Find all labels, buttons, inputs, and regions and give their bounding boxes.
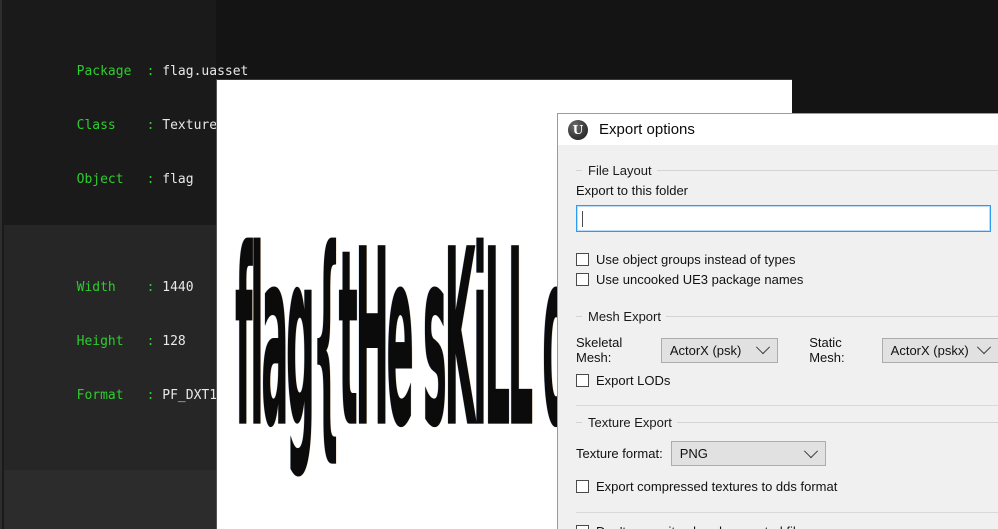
skeletal-mesh-label: Skeletal Mesh: bbox=[576, 335, 623, 365]
info-row-object: Object: flag bbox=[14, 153, 248, 187]
group-texture-export: Texture Export bbox=[576, 414, 998, 430]
checkbox-label-use-object-groups: Use object groups instead of types bbox=[596, 251, 796, 267]
checkbox-row-object-groups[interactable]: Use object groups instead of types bbox=[576, 249, 998, 269]
checkbox-row-export-lods[interactable]: Export LODs bbox=[576, 370, 998, 390]
checkbox-export-lods[interactable] bbox=[576, 373, 589, 387]
group-mesh-export-header: Mesh Export bbox=[576, 308, 998, 324]
info-row-width: Width: 1440 bbox=[14, 261, 248, 295]
info-row-format: Format: PF_DXT1 bbox=[14, 369, 248, 403]
group-file-layout-header: File Layout bbox=[576, 162, 998, 178]
skeletal-mesh-combobox[interactable]: ActorX (psk) bbox=[660, 337, 779, 363]
static-mesh-value: ActorX (pskx) bbox=[890, 342, 969, 358]
checkbox-label-dont-overwrite-exported-files: Don't overwrite already exported files bbox=[596, 524, 809, 529]
dialog-titlebar: U Export options bbox=[558, 114, 998, 145]
export-options-dialog: U Export options File Layout Export to t… bbox=[557, 113, 998, 529]
text-caret bbox=[582, 210, 583, 227]
texture-format-combobox[interactable]: PNG bbox=[670, 441, 826, 466]
checkbox-label-export-lods: Export LODs bbox=[596, 372, 671, 388]
texture-export-checkbox-list: Export compressed textures to dds format bbox=[576, 476, 998, 496]
file-layout-checkbox-list: Use object groups instead of types Use u… bbox=[576, 249, 998, 289]
export-folder-label: Export to this folder bbox=[576, 183, 688, 198]
mesh-export-checkbox-list: Export LODs bbox=[576, 370, 998, 390]
group-mesh-export-title: Mesh Export bbox=[588, 308, 661, 324]
info-key-width: Width bbox=[76, 280, 116, 295]
section-divider bbox=[576, 405, 998, 406]
info-sep-class: : bbox=[146, 118, 155, 133]
checkbox-label-export-compressed-dds: Export compressed textures to dds format bbox=[596, 478, 838, 494]
checkbox-dont-overwrite-exported-files[interactable] bbox=[576, 524, 589, 529]
group-file-layout-title: File Layout bbox=[588, 162, 652, 178]
info-key-class: Class bbox=[76, 118, 116, 133]
info-row-height: Height: 128 bbox=[14, 315, 248, 349]
mesh-format-row: Skeletal Mesh: ActorX (psk) Static Mesh:… bbox=[576, 335, 998, 365]
chevron-down-icon bbox=[803, 443, 818, 458]
info-key-object: Object bbox=[76, 172, 124, 187]
skeletal-mesh-value: ActorX (psk) bbox=[669, 342, 742, 358]
export-folder-input[interactable] bbox=[576, 205, 991, 232]
info-sep-object: : bbox=[146, 172, 155, 187]
export-folder-field-block: Export to this folder bbox=[576, 183, 998, 232]
texture-format-row: Texture format: PNG bbox=[576, 441, 998, 466]
texture-preview-flag-text: flag{tHe sKiLL of Unp bbox=[235, 196, 679, 483]
info-value-format: PF_DXT1 bbox=[162, 388, 218, 403]
checkbox-use-uncooked-ue3-names[interactable] bbox=[576, 272, 589, 286]
info-sep-width: : bbox=[146, 280, 155, 295]
group-rule-right bbox=[656, 169, 998, 171]
group-rule-right bbox=[665, 315, 998, 317]
group-rule-right bbox=[676, 421, 998, 423]
static-mesh-combobox[interactable]: ActorX (pskx) bbox=[881, 337, 998, 363]
asset-info-text: Package: flag.uasset Class: Texture2D Ob… bbox=[14, 9, 249, 423]
asset-info-panel-footer-region bbox=[4, 470, 218, 529]
section-divider bbox=[576, 512, 998, 513]
info-sep-format: : bbox=[146, 388, 155, 403]
info-sep-height: : bbox=[146, 334, 155, 349]
texture-format-value: PNG bbox=[679, 446, 708, 461]
asset-info-panel: Package: flag.uasset Class: Texture2D Ob… bbox=[0, 0, 248, 529]
chevron-down-icon bbox=[756, 340, 771, 355]
info-key-height: Height bbox=[76, 334, 124, 349]
info-value-object: flag bbox=[162, 172, 194, 187]
info-key-format: Format bbox=[76, 388, 124, 403]
info-value-package: flag.uasset bbox=[162, 64, 249, 79]
app-background: Package: flag.uasset Class: Texture2D Ob… bbox=[0, 0, 998, 529]
info-value-height: 128 bbox=[162, 334, 186, 349]
info-key-package: Package bbox=[76, 64, 132, 79]
texture-format-label: Texture format: bbox=[576, 446, 663, 461]
checkbox-use-object-groups[interactable] bbox=[576, 252, 589, 266]
dialog-body: File Layout Export to this folder Use ob… bbox=[558, 145, 998, 529]
info-spacer bbox=[14, 207, 248, 225]
info-sep-package: : bbox=[146, 64, 155, 79]
checkbox-export-compressed-dds[interactable] bbox=[576, 479, 589, 493]
checkbox-label-use-uncooked-ue3-names: Use uncooked UE3 package names bbox=[596, 271, 804, 287]
group-mesh-export: Mesh Export bbox=[576, 308, 998, 324]
info-value-width: 1440 bbox=[162, 280, 194, 295]
chevron-down-icon bbox=[976, 340, 992, 355]
group-file-layout: File Layout bbox=[576, 162, 998, 178]
group-texture-export-header: Texture Export bbox=[576, 414, 998, 430]
checkbox-row-dont-overwrite[interactable]: Don't overwrite already exported files bbox=[576, 521, 998, 529]
info-row-package: Package: flag.uasset bbox=[14, 45, 249, 79]
unreal-engine-logo-icon: U bbox=[568, 119, 588, 140]
dialog-title: Export options bbox=[599, 121, 695, 138]
checkbox-row-export-dds[interactable]: Export compressed textures to dds format bbox=[576, 476, 998, 496]
bottom-checkbox-block: Don't overwrite already exported files bbox=[576, 521, 998, 529]
info-row-class: Class: Texture2D bbox=[14, 99, 248, 133]
group-texture-export-title: Texture Export bbox=[588, 414, 672, 430]
static-mesh-label: Static Mesh: bbox=[809, 335, 845, 365]
checkbox-row-uncooked-ue3[interactable]: Use uncooked UE3 package names bbox=[576, 269, 998, 289]
